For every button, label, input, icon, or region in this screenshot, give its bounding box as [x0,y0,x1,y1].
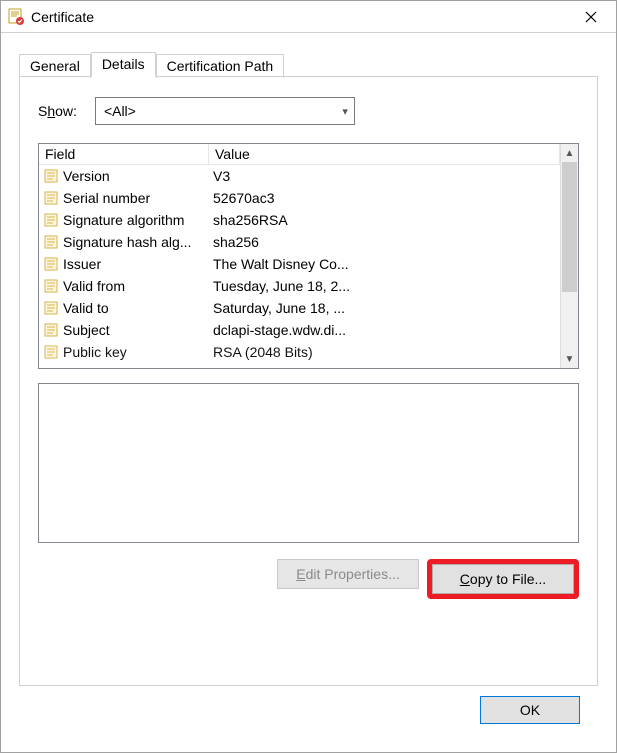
tab-certification-path[interactable]: Certification Path [156,54,285,78]
list-item[interactable]: Signature hash alg...sha256 [39,231,560,253]
property-icon [43,190,59,206]
scrollbar-track[interactable] [561,162,578,350]
certificate-dialog: Certificate General Details Certificatio… [0,0,617,753]
row-field: Subject [63,322,211,338]
list-header: Field Value [39,144,560,165]
show-label: Show: [38,103,77,119]
list-item[interactable]: Subjectdclapi-stage.wdw.di... [39,319,560,341]
chevron-down-icon: ▾ [342,105,348,118]
row-value: The Walt Disney Co... [211,256,560,272]
list-item[interactable]: Public keyRSA (2048 Bits) [39,341,560,363]
scroll-up-icon[interactable]: ▲ [561,144,578,162]
row-value: sha256RSA [211,212,560,228]
scrollbar-thumb[interactable] [562,162,577,292]
list-item[interactable]: VersionV3 [39,165,560,187]
row-value: Saturday, June 18, ... [211,300,560,316]
row-value: dclapi-stage.wdw.di... [211,322,560,338]
fields-listbox[interactable]: Field Value VersionV3Serial number52670a… [38,143,579,369]
row-field: Signature hash alg... [63,234,211,250]
show-row: Show: <All> ▾ [38,97,579,125]
tab-details[interactable]: Details [91,52,156,77]
row-value: sha256 [211,234,560,250]
copy-to-file-button[interactable]: Copy to File... [432,564,574,594]
row-field: Valid from [63,278,211,294]
ok-button[interactable]: OK [480,696,580,724]
titlebar: Certificate [1,1,616,33]
edit-properties-button: Edit Properties... [277,559,419,589]
column-header-field[interactable]: Field [39,144,209,164]
row-value: Tuesday, June 18, 2... [211,278,560,294]
tab-general[interactable]: General [19,54,91,78]
tab-panel-details: Show: <All> ▾ Field Value VersionV3Seria… [19,77,598,686]
close-button[interactable] [568,2,614,32]
property-icon [43,168,59,184]
row-value: 52670ac3 [211,190,560,206]
row-field: Serial number [63,190,211,206]
property-icon [43,300,59,316]
scroll-down-icon[interactable]: ▼ [561,350,578,368]
window-title: Certificate [31,9,568,25]
row-field: Signature algorithm [63,212,211,228]
vertical-scrollbar[interactable]: ▲ ▼ [560,144,578,368]
show-selected-value: <All> [104,103,136,119]
row-value: V3 [211,168,560,184]
list-item[interactable]: Valid fromTuesday, June 18, 2... [39,275,560,297]
show-combobox[interactable]: <All> ▾ [95,97,355,125]
list-item[interactable]: Serial number52670ac3 [39,187,560,209]
property-icon [43,322,59,338]
property-icon [43,344,59,360]
tab-strip: General Details Certification Path [19,49,598,77]
close-icon [585,11,597,23]
list-item[interactable]: IssuerThe Walt Disney Co... [39,253,560,275]
row-field: Version [63,168,211,184]
column-header-value[interactable]: Value [209,144,560,164]
row-value: RSA (2048 Bits) [211,344,560,360]
list-item[interactable]: Signature algorithmsha256RSA [39,209,560,231]
row-field: Public key [63,344,211,360]
copy-to-file-highlight: Copy to File... [427,559,579,599]
row-field: Valid to [63,300,211,316]
row-field: Issuer [63,256,211,272]
property-icon [43,278,59,294]
property-icon [43,256,59,272]
action-button-row: Edit Properties... Copy to File... [38,559,579,599]
certificate-icon [7,8,25,26]
detail-textbox[interactable] [38,383,579,543]
dialog-body: General Details Certification Path Show:… [1,33,616,752]
property-icon [43,234,59,250]
list-item[interactable]: Valid toSaturday, June 18, ... [39,297,560,319]
dialog-footer: OK [19,686,598,738]
property-icon [43,212,59,228]
